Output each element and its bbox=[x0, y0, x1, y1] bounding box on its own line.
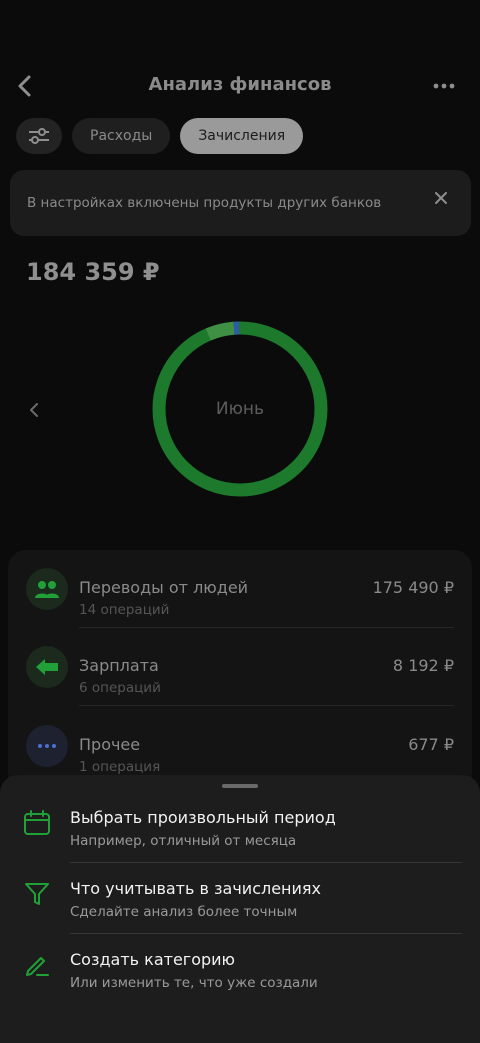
category-amount: 175 490 ₽ bbox=[372, 578, 454, 597]
category-icon-wrap bbox=[26, 725, 68, 767]
calendar-icon bbox=[24, 810, 50, 835]
arrow-left-icon bbox=[36, 659, 58, 675]
category-icon-wrap bbox=[26, 568, 68, 610]
divider bbox=[79, 705, 454, 706]
banner-close-button[interactable] bbox=[429, 186, 453, 210]
sheet-icon-wrap bbox=[22, 808, 52, 838]
category-amount: 677 ₽ bbox=[408, 735, 454, 754]
sheet-item-income-settings[interactable]: Что учитывать в зачислениях Сделайте ана… bbox=[0, 846, 480, 920]
category-amount: 8 192 ₽ bbox=[392, 656, 454, 675]
donut-chart[interactable]: Июнь bbox=[152, 321, 328, 497]
header: Анализ финансов bbox=[0, 60, 480, 112]
category-name: Прочее bbox=[79, 735, 141, 754]
more-dots-icon bbox=[433, 83, 455, 89]
category-row-transfers[interactable]: Переводы от людей 14 операций 175 490 ₽ bbox=[8, 550, 472, 628]
sheet-item-title: Выбрать произвольный период bbox=[70, 808, 336, 827]
sheet-item-title: Что учитывать в зачислениях bbox=[70, 879, 322, 898]
banner-text: В настройках включены продукты других ба… bbox=[27, 195, 382, 211]
previous-month-button[interactable] bbox=[24, 398, 44, 422]
sheet-icon-wrap bbox=[22, 950, 52, 980]
sheet-icon-wrap bbox=[22, 879, 52, 909]
more-button[interactable] bbox=[428, 72, 460, 100]
bottom-sheet: Выбрать произвольный период Например, от… bbox=[0, 775, 480, 1043]
category-row-salary[interactable]: Зарплата 6 операций 8 192 ₽ bbox=[8, 628, 472, 706]
tab-expenses[interactable]: Расходы bbox=[72, 118, 171, 154]
people-icon bbox=[35, 581, 59, 598]
pencil-icon bbox=[26, 957, 49, 976]
category-count: 1 операция bbox=[79, 759, 161, 775]
dots-icon bbox=[38, 744, 56, 748]
tab-income[interactable]: Зачисления bbox=[180, 118, 304, 154]
finance-analysis-screen: Анализ финансов Расходы Зачисления В нас… bbox=[0, 0, 480, 1043]
category-icon-wrap bbox=[26, 646, 68, 688]
category-count: 14 операций bbox=[79, 602, 170, 618]
filter-settings-button[interactable] bbox=[16, 118, 62, 154]
sheet-item-custom-period[interactable]: Выбрать произвольный период Например, от… bbox=[0, 775, 480, 849]
total-amount: 184 359 ₽ bbox=[26, 258, 160, 286]
filter-row: Расходы Зачисления bbox=[16, 118, 304, 154]
close-icon bbox=[435, 192, 447, 204]
category-list: Переводы от людей 14 операций 175 490 ₽ … bbox=[8, 550, 472, 810]
category-count: 6 операций bbox=[79, 680, 161, 696]
chevron-left-icon bbox=[30, 403, 38, 417]
info-banner: В настройках включены продукты других ба… bbox=[10, 170, 471, 236]
sheet-item-subtitle: Или изменить те, что уже создали bbox=[70, 975, 318, 991]
sheet-item-title: Создать категорию bbox=[70, 950, 236, 969]
sliders-icon bbox=[29, 128, 49, 144]
category-name: Зарплата bbox=[79, 656, 159, 675]
category-name: Переводы от людей bbox=[79, 578, 249, 597]
category-row-other[interactable]: Прочее 1 операция 677 ₽ bbox=[8, 707, 472, 785]
funnel-icon bbox=[25, 883, 49, 905]
sheet-item-create-category[interactable]: Создать категорию Или изменить те, что у… bbox=[0, 917, 480, 991]
page-title: Анализ финансов bbox=[148, 74, 332, 95]
month-label: Июнь bbox=[215, 399, 265, 419]
